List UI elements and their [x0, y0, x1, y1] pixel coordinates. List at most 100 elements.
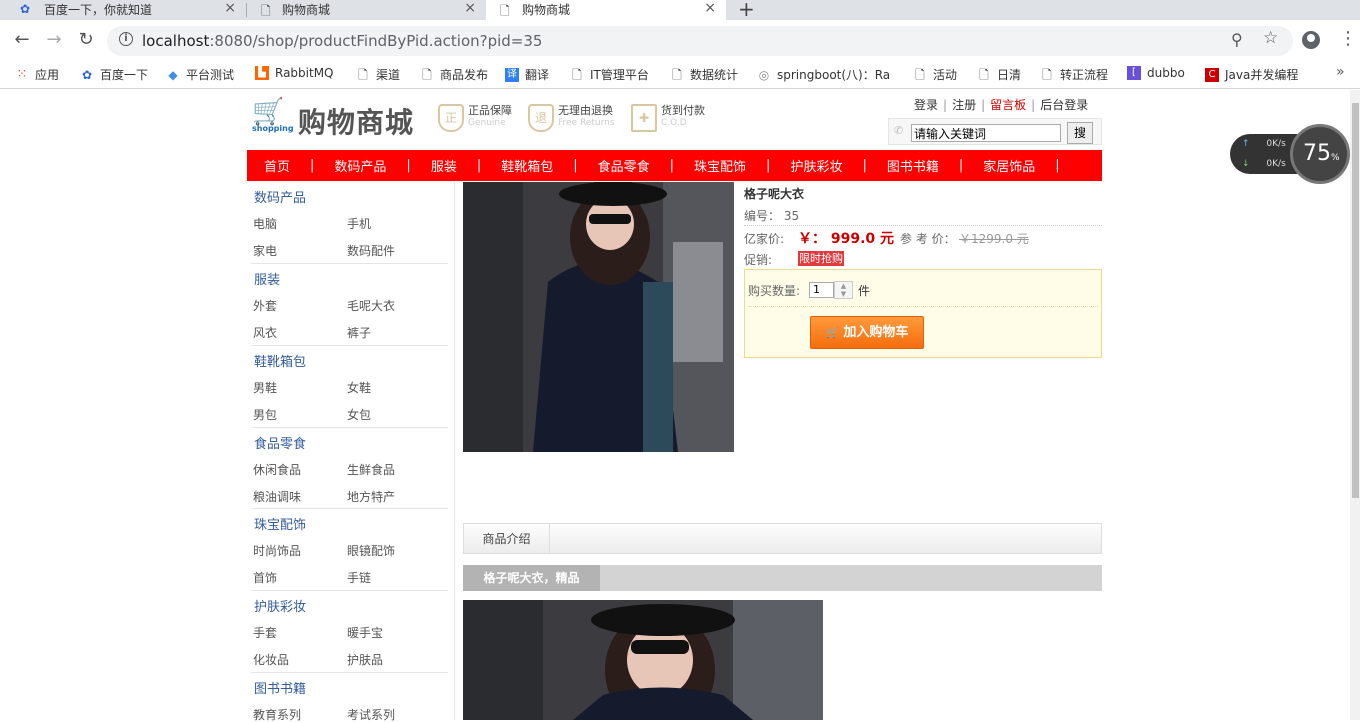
quantity-input[interactable]: 1 — [809, 282, 834, 298]
quantity-stepper[interactable]: ▲ ▼ — [834, 281, 853, 299]
nav-home[interactable]: 首页 — [264, 156, 290, 175]
bookmark-translate[interactable]: 译翻译 — [505, 66, 549, 83]
category-item[interactable]: 男鞋 — [253, 379, 277, 396]
category-item[interactable]: 家电 — [253, 242, 277, 259]
nav-digital[interactable]: 数码产品 — [334, 156, 386, 175]
bookmark-activity[interactable]: 🗋 活动 — [913, 66, 957, 83]
register-link[interactable]: 注册 — [952, 98, 976, 112]
url-text[interactable]: localhost:8080/shop/productFindByPid.act… — [142, 32, 542, 50]
site-title[interactable]: 购物商城 — [298, 101, 414, 141]
nav-jewelry[interactable]: 珠宝配饰 — [694, 156, 746, 175]
browser-tab-shop-1[interactable]: 🗋 购物商城 × — [247, 0, 486, 20]
star-icon[interactable]: ☆ — [1263, 28, 1278, 48]
category-item[interactable]: 风衣 — [253, 324, 277, 341]
bookmark-channel[interactable]: 🗋 渠道 — [356, 66, 400, 83]
close-icon[interactable]: × — [224, 0, 236, 16]
arrow-up-icon: ↑ — [1242, 139, 1250, 149]
message-board-link[interactable]: 留言板 — [990, 98, 1026, 112]
menu-dots-icon[interactable]: ⋮ — [1339, 28, 1357, 49]
category-title[interactable]: 护肤彩妆 — [254, 596, 306, 615]
category-title[interactable]: 图书书籍 — [254, 678, 306, 697]
bookmark-apps[interactable]: ⁙ 应用 — [15, 66, 59, 83]
category-item[interactable]: 外套 — [253, 297, 277, 314]
cart-logo-icon[interactable]: 🛒 — [252, 99, 284, 125]
bookmark-onboarding[interactable]: 🗋 转正流程 — [1040, 66, 1108, 83]
bookmark-publish[interactable]: 🗋 商品发布 — [420, 66, 488, 83]
login-link[interactable]: 登录 — [914, 98, 938, 112]
category-item[interactable]: 教育系列 — [253, 706, 301, 723]
zoom-icon[interactable]: ⚲ — [1231, 30, 1243, 49]
category-item[interactable]: 手链 — [347, 569, 371, 586]
category-item[interactable]: 生鲜食品 — [347, 461, 395, 478]
bookmark-label: 活动 — [933, 68, 958, 82]
admin-login-link[interactable]: 后台登录 — [1040, 98, 1088, 112]
bookmark-daily[interactable]: 🗋 日清 — [977, 66, 1021, 83]
bookmark-dubbo[interactable]: [dubbo — [1127, 66, 1185, 80]
account-icon[interactable] — [1302, 31, 1320, 49]
chevron-down-icon[interactable]: ▼ — [841, 290, 846, 298]
category-title[interactable]: 珠宝配饰 — [254, 514, 306, 533]
category-item[interactable]: 男包 — [253, 406, 277, 423]
apps-grid-icon: ⁙ — [16, 66, 28, 82]
tab-product-intro[interactable]: 商品介绍 — [464, 524, 550, 554]
badge-sub: Genuine — [468, 118, 506, 128]
category-title[interactable]: 服装 — [254, 269, 280, 288]
browser-tab-shop-active[interactable]: 🗋 购物商城 × — [486, 0, 726, 20]
forward-arrow-icon[interactable]: → — [42, 29, 66, 50]
download-value: 0K/s — [1266, 159, 1286, 169]
browser-tab-baidu[interactable]: ✿ 百度一下，你就知道 × — [0, 0, 246, 20]
category-item[interactable]: 手套 — [253, 624, 277, 641]
category-item[interactable]: 电脑 — [253, 215, 277, 232]
category-item[interactable]: 数码配件 — [347, 242, 395, 259]
bookmark-stats[interactable]: 🗋 数据统计 — [670, 66, 738, 83]
category-item[interactable]: 时尚饰品 — [253, 542, 301, 559]
close-icon[interactable]: × — [464, 0, 476, 16]
back-arrow-icon[interactable]: ← — [10, 29, 34, 50]
chevron-up-icon[interactable]: ▲ — [841, 282, 846, 290]
nav-clothing[interactable]: 服装 — [431, 156, 457, 175]
category-item[interactable]: 女鞋 — [347, 379, 371, 396]
nav-cosmetics[interactable]: 护肤彩妆 — [790, 156, 842, 175]
nav-separator: | — [669, 158, 675, 173]
bookmark-java-concurrency[interactable]: C Java并发编程 — [1205, 66, 1298, 83]
close-icon[interactable]: × — [704, 0, 716, 16]
bookmark-baidu[interactable]: ✿ 百度一下 — [80, 66, 148, 83]
bookmark-label: 应用 — [35, 68, 60, 82]
category-item[interactable]: 暖手宝 — [347, 624, 383, 641]
bookmark-it-platform[interactable]: 🗋 IT管理平台 — [570, 66, 649, 83]
category-item[interactable]: 手机 — [347, 215, 371, 232]
category-item[interactable]: 考试系列 — [347, 706, 395, 723]
category-item[interactable]: 护肤品 — [347, 651, 383, 668]
bookmark-label: 数据统计 — [690, 68, 739, 82]
category-item[interactable]: 女包 — [347, 406, 371, 423]
category-item[interactable]: 休闲食品 — [253, 461, 301, 478]
nav-food[interactable]: 食品零食 — [598, 156, 650, 175]
category-item[interactable]: 首饰 — [253, 569, 277, 586]
add-to-cart-button[interactable]: 🛒 加入购物车 — [810, 316, 924, 349]
category-title[interactable]: 食品零食 — [254, 433, 306, 452]
bookmark-platform-test[interactable]: ◆ 平台测试 — [166, 66, 234, 83]
nav-home-decor[interactable]: 家居饰品 — [983, 156, 1035, 175]
search-button[interactable]: 搜 — [1067, 122, 1093, 144]
bookmarks-more-button[interactable]: » — [1336, 64, 1345, 80]
nav-books[interactable]: 图书书籍 — [887, 156, 939, 175]
nav-shoes-bags[interactable]: 鞋靴箱包 — [501, 156, 553, 175]
new-tab-button[interactable]: + — [738, 0, 755, 21]
category-item[interactable]: 地方特产 — [347, 488, 395, 505]
scrollbar-thumb[interactable] — [1352, 103, 1359, 498]
info-icon[interactable]: i — [119, 32, 133, 46]
category-item[interactable]: 眼镜配饰 — [347, 542, 395, 559]
bookmark-springboot[interactable]: ◎ springboot(八)：Ra — [757, 66, 890, 83]
category-title[interactable]: 数码产品 — [254, 187, 306, 206]
category-item[interactable]: 化妆品 — [253, 651, 289, 668]
divider: | — [943, 98, 948, 112]
category-item[interactable]: 粮油调味 — [253, 488, 301, 505]
reload-icon[interactable]: ↻ — [74, 29, 98, 50]
memory-percent: 75 — [1303, 141, 1331, 166]
promo-label: 促销: — [744, 253, 773, 267]
category-item[interactable]: 裤子 — [347, 324, 371, 341]
bookmark-rabbitmq[interactable]: ▙ RabbitMQ — [255, 66, 334, 80]
category-item[interactable]: 毛呢大衣 — [347, 297, 395, 314]
category-title[interactable]: 鞋靴箱包 — [254, 351, 306, 370]
search-input[interactable] — [911, 124, 1061, 142]
